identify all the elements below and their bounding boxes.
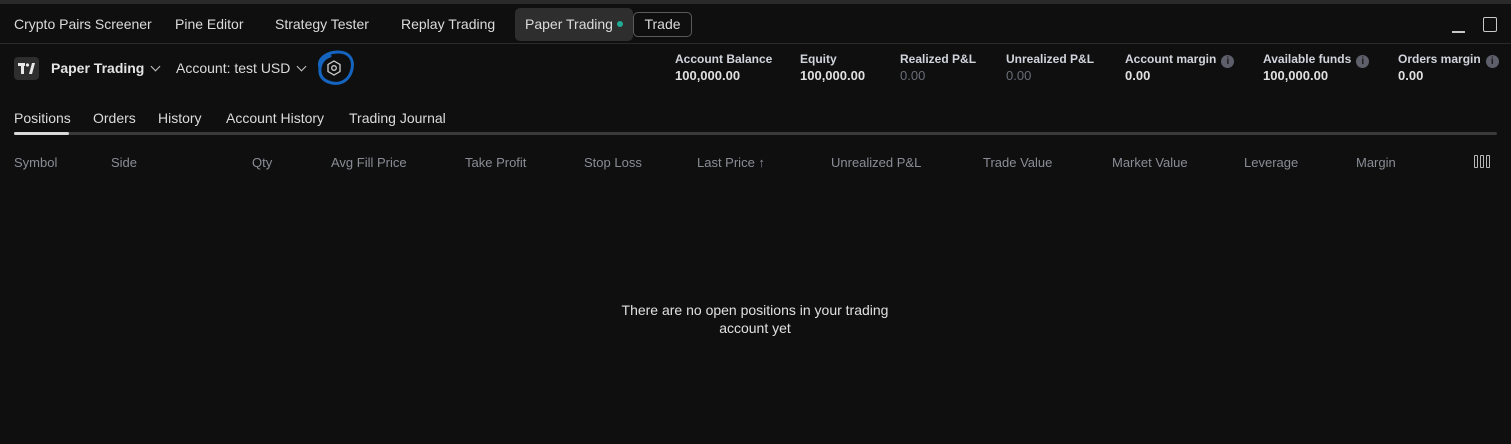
column-header-avg-fill-price[interactable]: Avg Fill Price <box>331 155 407 170</box>
info-icon[interactable]: i <box>1485 55 1499 68</box>
column-header-take-profit[interactable]: Take Profit <box>465 155 526 170</box>
tab-history[interactable]: History <box>158 110 202 126</box>
stat-value: 0.00 <box>1398 68 1424 83</box>
broker-selector[interactable]: Paper Trading <box>51 60 161 76</box>
tab-orders[interactable]: Orders <box>93 110 136 126</box>
column-settings-icon[interactable] <box>1474 155 1491 168</box>
tab-pine-editor[interactable]: Pine Editor <box>175 8 243 41</box>
connected-dot-icon <box>616 21 623 28</box>
tab-paper-trading[interactable]: Paper Trading <box>515 8 633 41</box>
account-balance-stat: Account Balance 100,000.00 <box>675 51 772 83</box>
tradingview-logo-icon <box>14 57 39 80</box>
stat-label: Unrealized P&L <box>1006 52 1095 66</box>
tab-positions[interactable]: Positions <box>14 110 71 126</box>
account-name: Account: test USD <box>176 60 291 76</box>
account-selector[interactable]: Account: test USD <box>176 60 307 76</box>
maximize-panel-icon[interactable] <box>1482 15 1498 35</box>
minimize-panel-icon[interactable] <box>1451 15 1467 35</box>
column-header-margin[interactable]: Margin <box>1356 155 1396 170</box>
column-header-symbol[interactable]: Symbol <box>14 155 57 170</box>
column-header-last-price[interactable]: Last Price ↑ <box>697 155 765 170</box>
unrealized-pnl-stat: Unrealized P&L 0.00 <box>1006 51 1094 83</box>
tab-paper-trading-label: Paper Trading <box>525 16 613 32</box>
stat-value: 100,000.00 <box>1263 68 1329 83</box>
tab-trading-journal[interactable]: Trading Journal <box>349 110 446 126</box>
info-icon[interactable]: i <box>1356 55 1370 68</box>
equity-stat: Equity 100,000.00 <box>800 51 865 83</box>
tab-crypto-pairs-screener[interactable]: Crypto Pairs Screener <box>14 8 152 41</box>
stat-value: 100,000.00 <box>800 68 866 83</box>
column-header-side[interactable]: Side <box>111 155 137 170</box>
subtab-track <box>14 132 1497 135</box>
broker-name: Paper Trading <box>51 60 145 76</box>
column-header-stop-loss[interactable]: Stop Loss <box>584 155 642 170</box>
bottom-panel-tabbar: Crypto Pairs Screener Pine Editor Strate… <box>0 4 1511 44</box>
realized-pnl-stat: Realized P&L 0.00 <box>900 51 976 83</box>
info-icon[interactable]: i <box>1221 55 1235 68</box>
empty-positions-message: There are no open positions in your trad… <box>621 302 889 336</box>
stat-label: Account margin <box>1125 52 1217 66</box>
trade-button[interactable]: Trade <box>633 12 692 37</box>
stat-label: Equity <box>800 52 837 66</box>
stat-value: 100,000.00 <box>675 68 741 83</box>
column-header-leverage[interactable]: Leverage <box>1244 155 1298 170</box>
column-header-unrealized-pnl[interactable]: Unrealized P&L <box>831 155 921 170</box>
tab-account-history[interactable]: Account History <box>226 110 324 126</box>
tab-strategy-tester[interactable]: Strategy Tester <box>275 8 369 41</box>
available-funds-stat: Available funds i 100,000.00 <box>1263 51 1370 83</box>
account-settings-button[interactable] <box>312 49 356 87</box>
account-margin-stat: Account margin i 0.00 <box>1125 51 1235 83</box>
stat-label: Account Balance <box>675 52 773 66</box>
chevron-down-icon <box>150 61 161 72</box>
column-header-qty[interactable]: Qty <box>252 155 272 170</box>
stat-value: 0.00 <box>1125 68 1151 83</box>
column-header-market-value[interactable]: Market Value <box>1112 155 1188 170</box>
stat-label: Realized P&L <box>900 52 977 66</box>
stat-value: 0.00 <box>1006 68 1032 83</box>
active-tab-indicator <box>14 132 69 135</box>
tab-replay-trading[interactable]: Replay Trading <box>401 8 495 41</box>
orders-margin-stat: Orders margin i 0.00 <box>1398 51 1499 83</box>
column-header-trade-value[interactable]: Trade Value <box>983 155 1052 170</box>
stat-label: Available funds <box>1263 52 1352 66</box>
stat-label: Orders margin <box>1398 52 1481 66</box>
stat-value: 0.00 <box>900 68 926 83</box>
gear-icon <box>327 60 341 76</box>
chevron-down-icon <box>296 61 307 72</box>
